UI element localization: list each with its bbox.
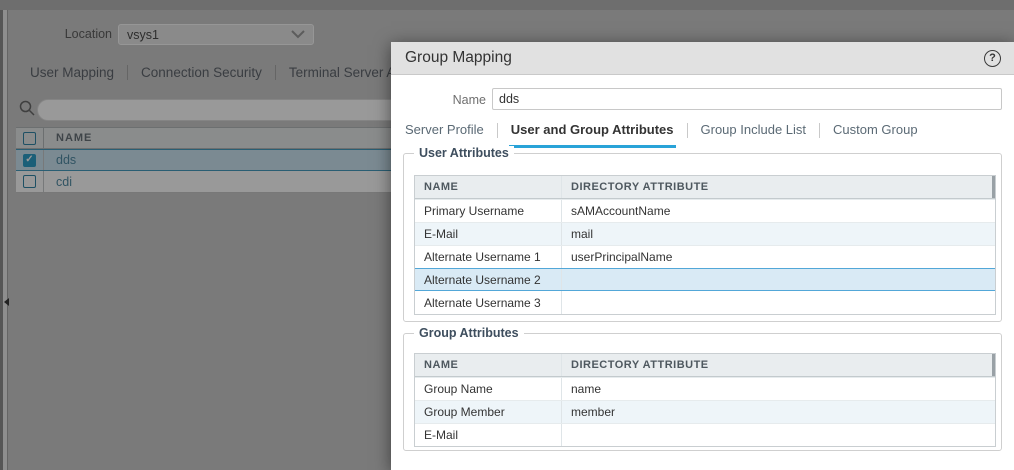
attr-row-selected[interactable]: Alternate Username 2	[415, 268, 995, 291]
attr-value-cell[interactable]: member	[562, 401, 995, 423]
scrollbar-gutter	[992, 176, 995, 198]
attr-name-cell: E-Mail	[415, 223, 562, 245]
tab-group-include-list[interactable]: Group Include List	[699, 120, 809, 145]
tab-user-and-group-attributes[interactable]: User and Group Attributes	[508, 120, 676, 148]
attr-row[interactable]: Group Name name	[415, 377, 995, 400]
dialog-title: Group Mapping	[405, 49, 512, 66]
group-attributes-table: NAME DIRECTORY ATTRIBUTE Group Name name…	[414, 353, 996, 447]
group-mapping-dialog: Group Mapping ? Name Server Profile User…	[391, 42, 1014, 470]
column-header-name: NAME	[415, 176, 562, 198]
attr-value-cell[interactable]	[562, 291, 995, 314]
help-button[interactable]: ?	[984, 49, 1001, 67]
column-header-name: NAME	[415, 354, 562, 376]
attr-row[interactable]: Alternate Username 1 userPrincipalName	[415, 245, 995, 268]
attr-name-cell: Alternate Username 2	[415, 269, 562, 290]
attr-name-cell: E-Mail	[415, 424, 562, 446]
user-attributes-table-header: NAME DIRECTORY ATTRIBUTE	[415, 176, 995, 199]
attr-name-cell: Alternate Username 3	[415, 291, 562, 314]
attr-name-cell: Group Name	[415, 378, 562, 400]
tab-divider	[686, 123, 688, 138]
tab-custom-group[interactable]: Custom Group	[831, 120, 920, 145]
attr-name-cell: Alternate Username 1	[415, 246, 562, 268]
column-header-directory-attribute: DIRECTORY ATTRIBUTE	[571, 181, 709, 193]
attr-row[interactable]: Alternate Username 3	[415, 291, 995, 314]
attr-row[interactable]: Group Member member	[415, 400, 995, 423]
attr-value-cell[interactable]: sAMAccountName	[562, 200, 995, 222]
attr-row[interactable]: E-Mail mail	[415, 222, 995, 245]
name-field-label: Name	[452, 93, 486, 107]
dialog-header: Group Mapping ?	[391, 42, 1014, 75]
attr-value-cell[interactable]: name	[562, 378, 995, 400]
column-header-directory-attribute: DIRECTORY ATTRIBUTE	[571, 359, 709, 371]
user-attributes-fieldset: User Attributes NAME DIRECTORY ATTRIBUTE…	[403, 146, 1002, 322]
user-attributes-legend: User Attributes	[414, 146, 514, 160]
scrollbar-gutter	[992, 354, 995, 376]
attr-value-cell[interactable]: mail	[562, 223, 995, 245]
dialog-tabs: Server Profile User and Group Attributes…	[403, 120, 920, 148]
tab-divider	[496, 123, 498, 138]
group-attributes-table-header: NAME DIRECTORY ATTRIBUTE	[415, 354, 995, 377]
group-attributes-fieldset: Group Attributes NAME DIRECTORY ATTRIBUT…	[403, 326, 1002, 451]
attr-value-cell[interactable]	[562, 424, 995, 446]
tab-divider	[819, 123, 821, 138]
user-attributes-table: NAME DIRECTORY ATTRIBUTE Primary Usernam…	[414, 175, 996, 315]
attr-name-cell: Group Member	[415, 401, 562, 423]
name-field[interactable]	[492, 88, 1002, 110]
attr-value-cell[interactable]: userPrincipalName	[562, 246, 995, 268]
attr-value-cell[interactable]	[562, 269, 995, 290]
question-icon: ?	[989, 52, 996, 64]
tab-server-profile[interactable]: Server Profile	[403, 120, 486, 145]
attr-row[interactable]: E-Mail	[415, 423, 995, 446]
group-attributes-legend: Group Attributes	[414, 326, 524, 340]
attr-name-cell: Primary Username	[415, 200, 562, 222]
attr-row[interactable]: Primary Username sAMAccountName	[415, 199, 995, 222]
